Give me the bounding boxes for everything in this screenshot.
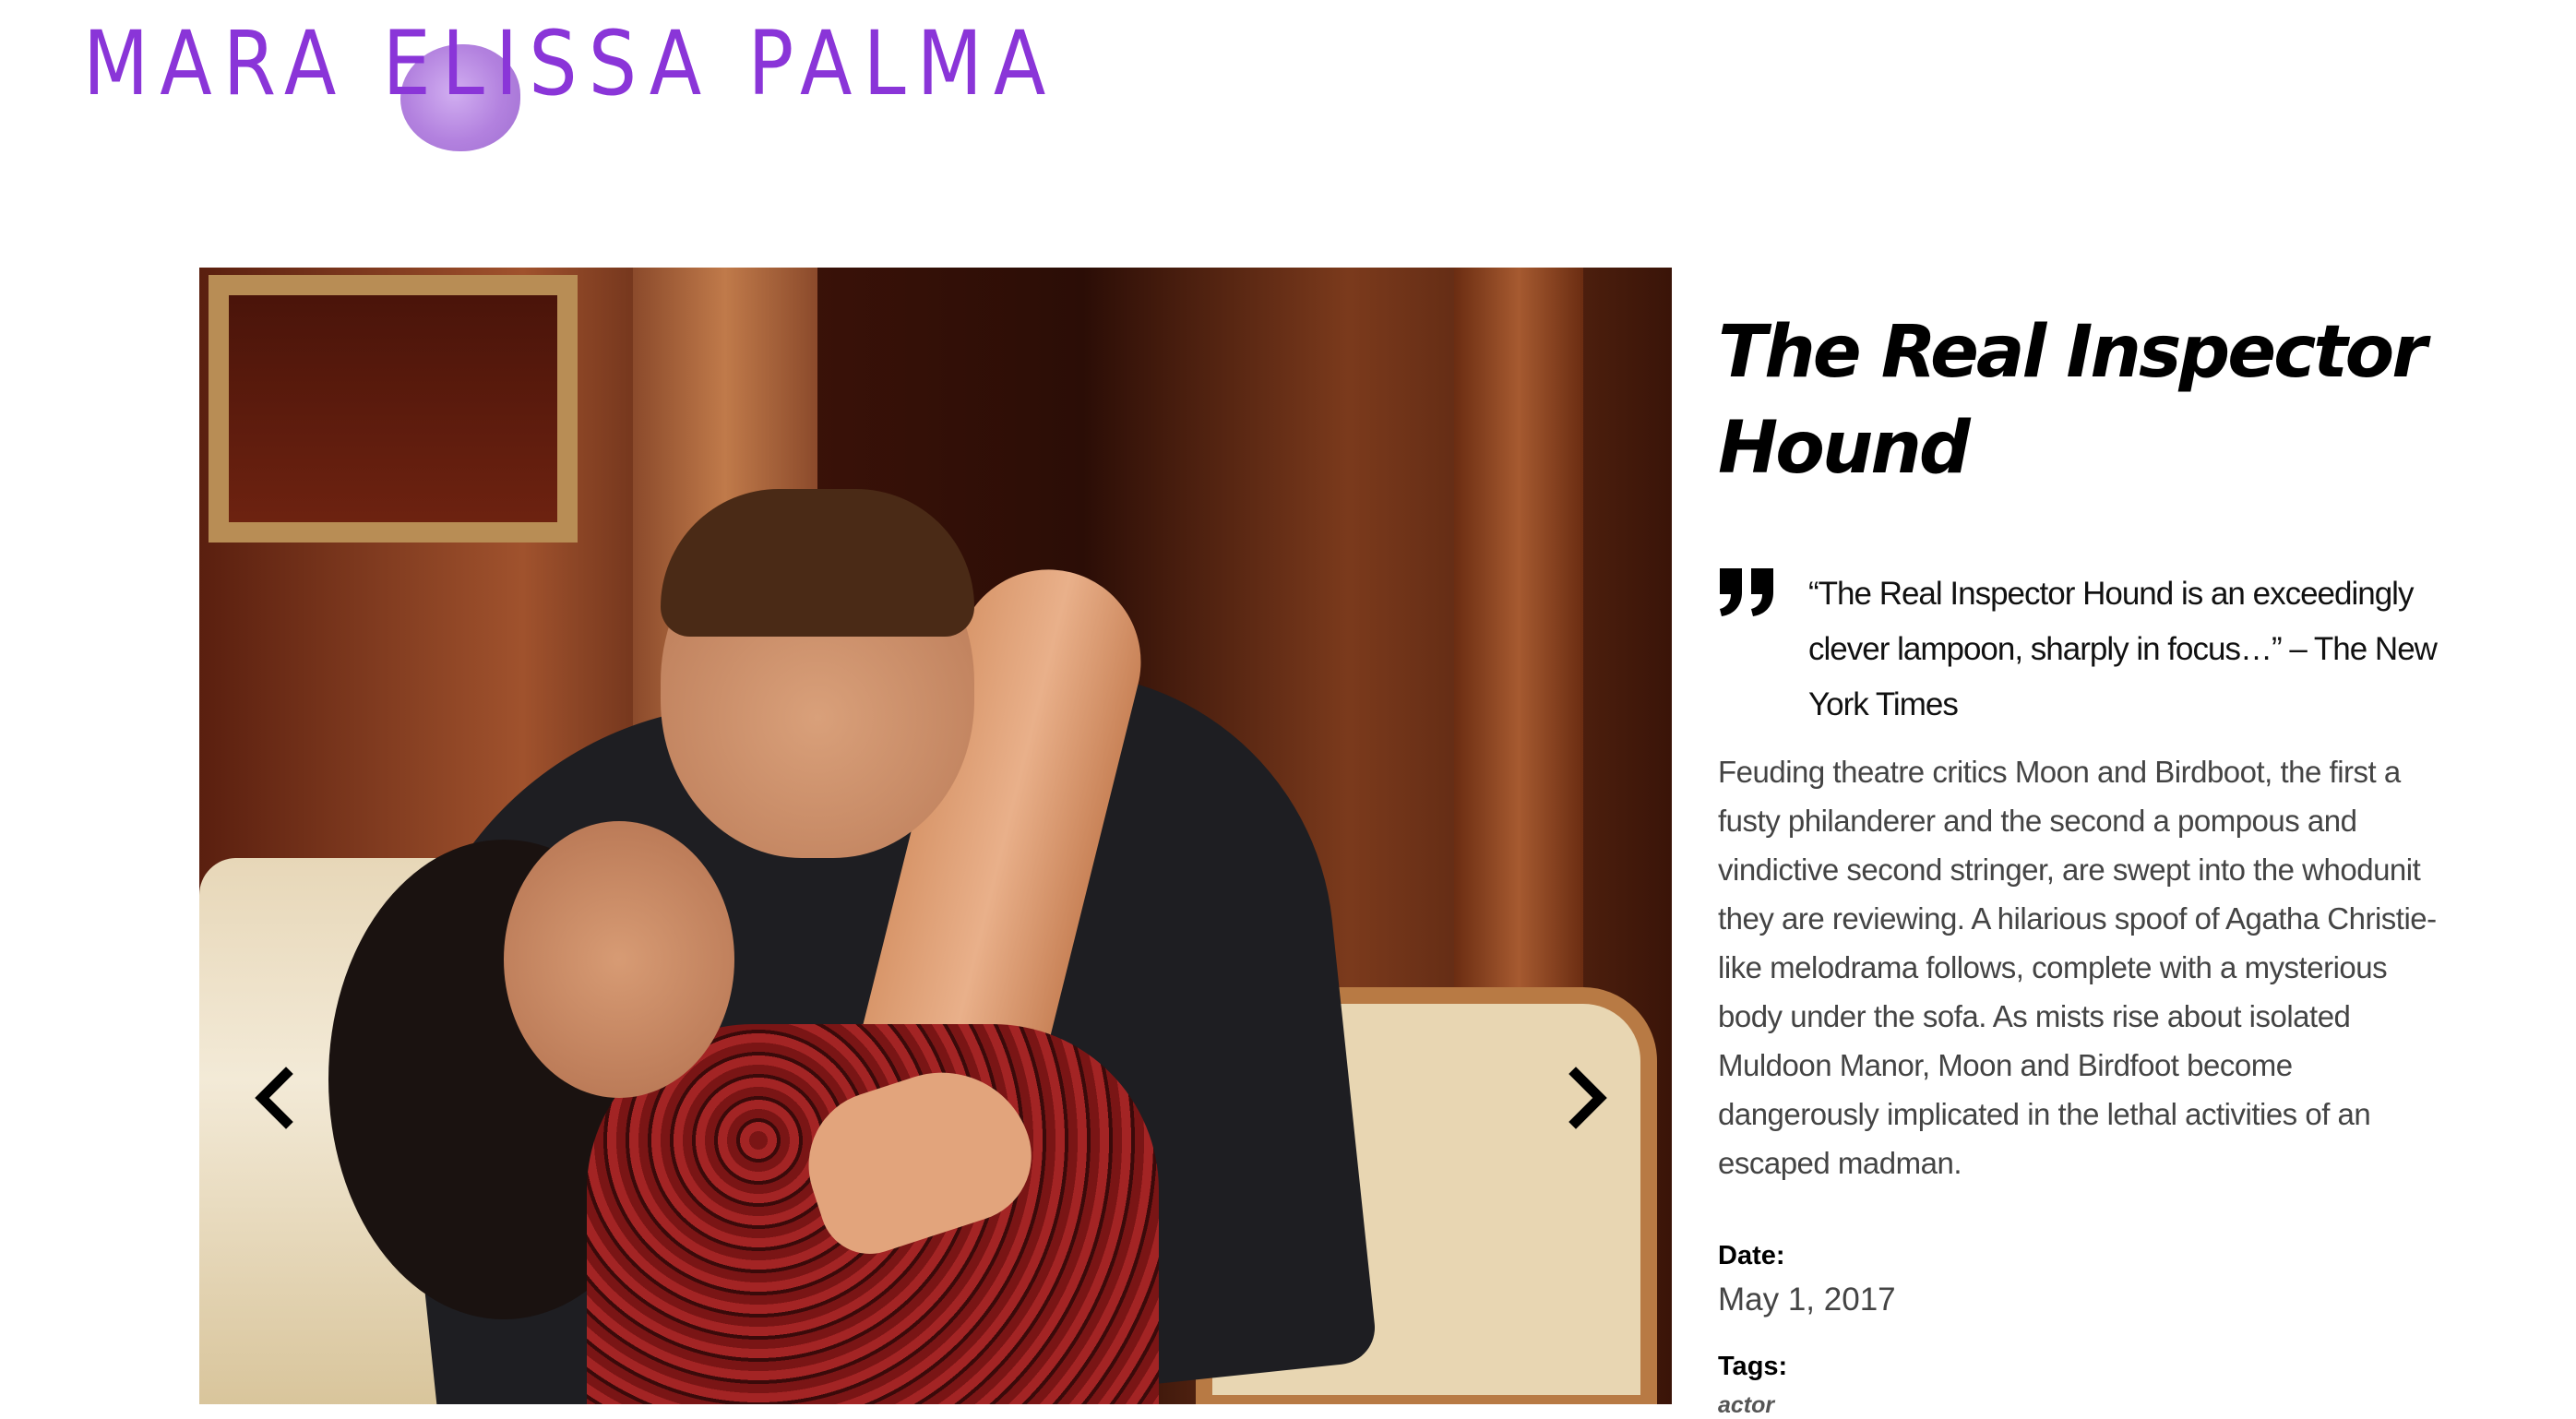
chevron-right-icon (1568, 1067, 1607, 1129)
project-details: The Real Inspector Hound “The Real Inspe… (1718, 304, 2438, 1419)
chevron-left-icon (255, 1067, 293, 1129)
photo-picture-frame (209, 275, 578, 543)
date-label: Date: (1718, 1241, 1785, 1270)
photo-face (504, 821, 734, 1098)
quote-icon (1720, 568, 1773, 616)
tags-label: Tags: (1718, 1352, 1788, 1381)
gallery-prev-button[interactable] (247, 1061, 303, 1135)
logo-text: MARA ELISSA PALMA (83, 12, 1057, 115)
quote-text: “The Real Inspector Hound is an exceedin… (1808, 576, 2438, 722)
tag-link-actor[interactable]: actor (1718, 1392, 1774, 1419)
site-logo[interactable]: MARA ELISSA PALMA (83, 13, 1045, 151)
project-description: Feuding theatre critics Moon and Birdboo… (1718, 755, 2437, 1180)
date-value: May 1, 2017 (1718, 1282, 1896, 1318)
project-title: The Real Inspector Hound (1718, 311, 2427, 490)
project-photo (199, 268, 1672, 1404)
gallery-next-button[interactable] (1559, 1061, 1615, 1135)
press-quote: “The Real Inspector Hound is an exceedin… (1718, 566, 2438, 733)
